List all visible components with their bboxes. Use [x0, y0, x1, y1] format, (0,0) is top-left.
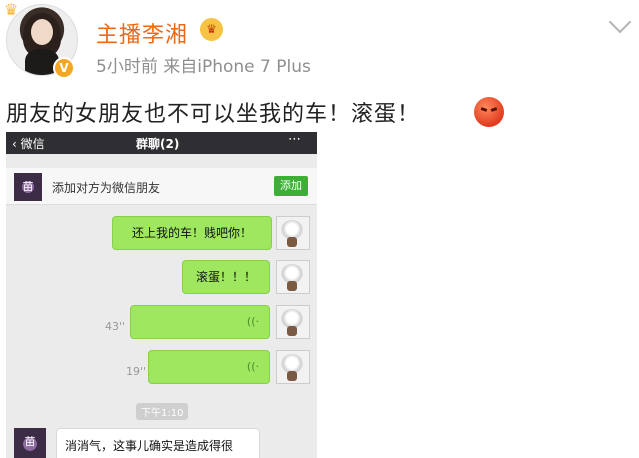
- angry-emoji-icon: [474, 97, 504, 127]
- vip-crown-icon: ♛: [200, 18, 223, 41]
- add-friend-bar: 苗 添加对方为微信朋友 添加: [6, 168, 317, 205]
- voice-duration: 19'': [126, 365, 147, 378]
- post-meta: 5小时前 来自iPhone 7 Plus: [96, 57, 311, 77]
- voice-message-bubble: ((·: [148, 350, 270, 384]
- chat-timestamp: 下午1:10: [136, 403, 189, 420]
- add-friend-text: 添加对方为微信朋友: [52, 181, 161, 195]
- avatar: [276, 216, 310, 250]
- back-link: ‹ 微信: [12, 137, 45, 151]
- message-bubble: 滚蛋！！！: [182, 260, 270, 294]
- avatar: [276, 260, 310, 294]
- chat-top-bar: ‹ 微信 群聊(2) ⋯: [6, 132, 317, 154]
- avatar: [276, 305, 310, 339]
- chat-screenshot-image[interactable]: ‹ 微信 群聊(2) ⋯ 苗 添加对方为微信朋友 添加 还上我的车！贱吧你！ 滚…: [6, 132, 317, 458]
- message-bubble: 还上我的车！贱吧你！: [112, 216, 272, 250]
- post-text: 朋友的女朋友也不可以坐我的车！滚蛋！: [6, 102, 421, 127]
- avatar: 苗: [14, 173, 42, 201]
- chevron-down-icon[interactable]: [608, 10, 632, 34]
- author-name[interactable]: 主播李湘: [96, 17, 188, 49]
- voice-duration: 43'': [105, 320, 126, 333]
- chat-title: 群聊(2): [136, 137, 180, 151]
- menu-icon: ⋯: [288, 132, 303, 147]
- avatar: 苗: [14, 428, 46, 458]
- crown-icon: ♛: [4, 0, 19, 19]
- voice-wave-icon: ((·: [246, 360, 259, 373]
- voice-message-bubble: ((·: [130, 305, 270, 339]
- voice-wave-icon: ((·: [246, 315, 259, 328]
- back-label: 微信: [20, 137, 45, 151]
- message-bubble: 消消气，这事儿确实是造成得很: [56, 428, 260, 458]
- add-friend-button: 添加: [274, 176, 308, 196]
- avatar: [276, 350, 310, 384]
- verified-badge-icon: V: [53, 57, 75, 79]
